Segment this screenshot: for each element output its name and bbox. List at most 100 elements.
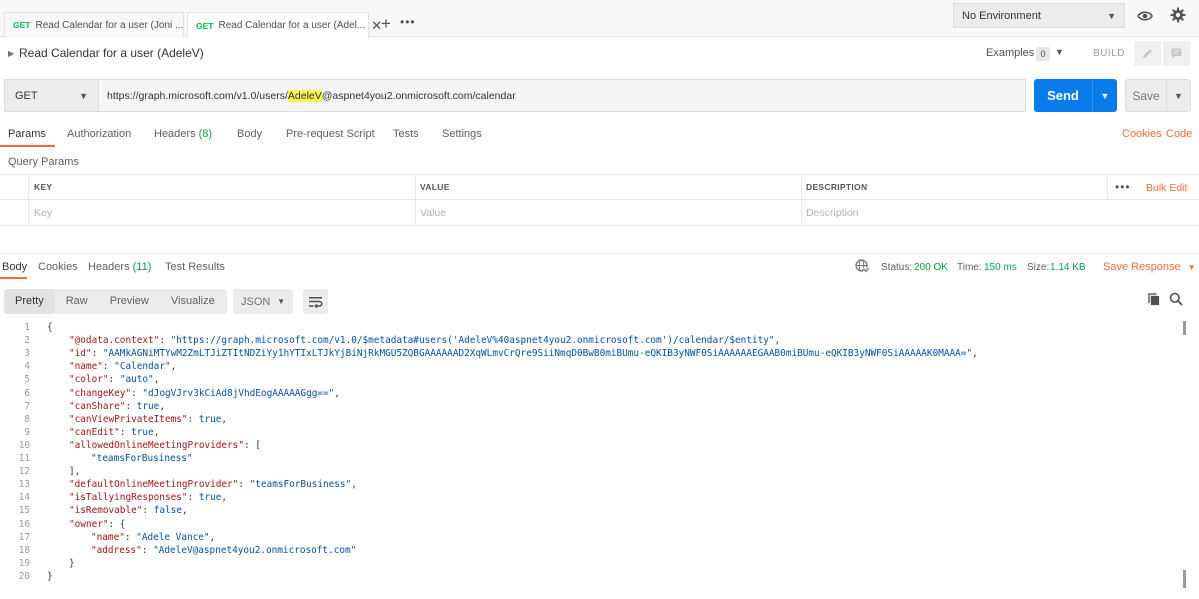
code-line: "isRemovable": false, <box>69 505 188 516</box>
environment-quick-look-button[interactable] <box>1133 4 1157 28</box>
response-format-select[interactable]: JSON ▼ <box>233 289 293 314</box>
param-value-input[interactable]: Value <box>420 207 446 219</box>
examples-count-badge: 0 <box>1036 47 1050 61</box>
request-tab-joni[interactable]: GET Read Calendar for a user (Joni ... <box>4 12 184 37</box>
build-mode-label[interactable]: BUILD <box>1093 48 1125 59</box>
http-method-select[interactable]: GET ▼ <box>4 79 98 112</box>
headers-count: (8) <box>198 128 213 140</box>
code-line: ], <box>69 466 80 477</box>
search-icon[interactable] <box>1169 292 1183 306</box>
settings-button[interactable] <box>1166 3 1190 27</box>
code-line: "isTallyingResponses": true, <box>69 492 227 503</box>
code-token: , <box>153 426 160 438</box>
tab-settings[interactable]: Settings <box>442 128 482 140</box>
code-token: : <box>91 348 103 360</box>
response-tab-cookies[interactable]: Cookies <box>38 261 78 273</box>
chevron-down-icon: ▼ <box>1107 10 1116 21</box>
status-value[interactable]: 200 OK <box>914 262 948 273</box>
code-token: } <box>69 557 75 569</box>
response-tab-headers[interactable]: Headers (11) <box>88 261 151 273</box>
code-token: "Adele Vance" <box>136 531 210 543</box>
tab-params[interactable]: Params <box>8 128 46 140</box>
view-pretty-button[interactable]: Pretty <box>4 289 55 314</box>
response-body-editor[interactable]: 1 {2 "@odata.context": "https://graph.micr… <box>0 320 1199 599</box>
column-divider <box>1107 175 1108 200</box>
code-token: true <box>198 492 222 504</box>
environment-select[interactable]: No Environment ▼ <box>953 3 1125 28</box>
wrap-lines-button[interactable] <box>303 289 328 314</box>
code-token: "Calendar" <box>114 361 171 373</box>
line-number: 10 <box>18 439 30 451</box>
code-token: , <box>972 348 978 360</box>
tab-prerequest-script[interactable]: Pre-request Script <box>286 128 375 140</box>
url-input[interactable]: https://graph.microsoft.com/v1.0/users/A… <box>98 79 1026 112</box>
response-view-switcher: Pretty Raw Preview Visualize <box>4 289 227 314</box>
active-tab-indicator <box>0 277 27 279</box>
chevron-down-icon: ▼ <box>1187 263 1196 272</box>
line-number: 11 <box>18 453 30 464</box>
line-number: 13 <box>18 479 30 491</box>
collapse-caret-icon[interactable]: ▶ <box>8 49 14 58</box>
code-token: "AAMkAGNiMTYwM2ZmLTJiZTItNDZiYy1hYTIxLTJ… <box>102 348 973 360</box>
line-number: 14 <box>18 492 30 504</box>
time-value[interactable]: 150 ms <box>984 262 1017 273</box>
send-button[interactable]: Send ▼ <box>1034 79 1117 112</box>
chevron-down-icon[interactable]: ▼ <box>1055 47 1064 57</box>
line-number: 12 <box>18 466 30 478</box>
code-link[interactable]: Code <box>1166 128 1192 140</box>
cookies-link[interactable]: Cookies <box>1122 128 1162 140</box>
response-divider <box>0 253 1199 254</box>
request-title[interactable]: Read Calendar for a user (AdeleV) <box>19 46 204 60</box>
copy-icon[interactable] <box>1147 292 1161 306</box>
line-number: 5 <box>24 374 30 386</box>
scrollbar-thumb[interactable] <box>1183 321 1186 335</box>
bulk-edit-link[interactable]: Bulk Edit <box>1146 182 1187 194</box>
code-token: , <box>159 400 165 412</box>
send-label: Send <box>1047 88 1079 103</box>
code-token: : <box>187 413 199 425</box>
code-token: : <box>238 479 250 491</box>
view-visualize-button[interactable]: Visualize <box>160 289 226 314</box>
code-token: "teamsForBusiness" <box>91 453 193 464</box>
code-token: "id" <box>69 348 92 360</box>
code-token: , <box>181 505 188 517</box>
code-token: "isRemovable" <box>69 505 143 517</box>
tab-tests[interactable]: Tests <box>393 128 419 140</box>
chevron-down-icon[interactable]: ▼ <box>1166 80 1190 111</box>
tab-headers[interactable]: Headers (8) <box>154 128 212 140</box>
code-token: "changeKey" <box>69 387 132 399</box>
response-tab-body[interactable]: Body <box>2 261 27 273</box>
view-preview-button[interactable]: Preview <box>99 289 160 314</box>
tab-more-button[interactable]: ••• <box>400 15 416 29</box>
param-key-input[interactable]: Key <box>34 207 52 219</box>
save-button[interactable]: Save ▼ <box>1125 79 1191 112</box>
line-number: 2 <box>24 335 30 347</box>
edit-button[interactable] <box>1134 41 1161 66</box>
column-header-value: VALUE <box>420 182 450 192</box>
chevron-down-icon[interactable]: ▼ <box>1092 79 1117 112</box>
size-value[interactable]: 1.14 KB <box>1050 262 1086 273</box>
view-raw-button[interactable]: Raw <box>55 289 99 314</box>
scrollbar-thumb[interactable] <box>1183 570 1186 588</box>
column-options-button[interactable]: ••• <box>1115 180 1131 194</box>
save-response-button[interactable]: Save Response ▼ <box>1103 261 1196 273</box>
code-token: , <box>221 492 228 504</box>
code-token: : { <box>108 518 126 530</box>
tab-headers-label: Headers <box>154 128 196 140</box>
examples-label[interactable]: Examples <box>986 47 1034 59</box>
line-number: 6 <box>24 387 30 399</box>
param-description-input[interactable]: Description <box>806 207 859 219</box>
new-tab-button[interactable]: + <box>376 14 396 34</box>
request-tab-adelev[interactable]: GET Read Calendar for a user (Adel... ✕ <box>187 12 382 38</box>
code-token: , <box>153 374 160 386</box>
gear-icon <box>1170 7 1186 23</box>
code-line: "canEdit": true, <box>69 427 159 438</box>
code-line: "defaultOnlineMeetingProvider": "teamsFo… <box>69 479 357 490</box>
tab-body[interactable]: Body <box>237 128 262 140</box>
code-token: "dJogVJrv3kCiAd8jVhdEogAAAAAGgg==" <box>142 387 335 399</box>
globe-icon[interactable] <box>855 259 869 273</box>
line-number: 17 <box>18 531 30 543</box>
response-tab-test-results[interactable]: Test Results <box>165 261 225 273</box>
comments-button[interactable] <box>1163 41 1190 66</box>
tab-authorization[interactable]: Authorization <box>67 128 131 140</box>
